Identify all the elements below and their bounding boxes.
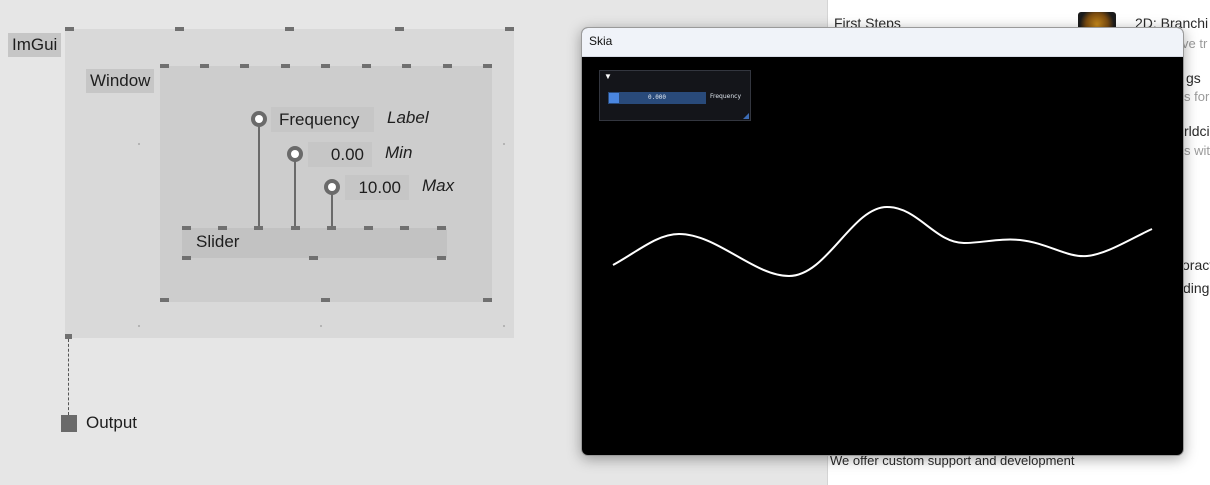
item2-sub: s for: [1184, 89, 1210, 104]
slider-value: 0.000: [647, 94, 667, 101]
slider-output-pin[interactable]: [437, 256, 446, 260]
label-pin-label: Label: [387, 108, 429, 127]
window-input-pin[interactable]: [402, 64, 411, 68]
imgui-input-pin[interactable]: [505, 27, 514, 31]
window-input-pin[interactable]: [321, 64, 330, 68]
item4-link[interactable]: oract: [1182, 257, 1210, 273]
window-input-pin[interactable]: [362, 64, 371, 68]
wave-curve: [612, 205, 1153, 278]
imgui-window[interactable]: ▼ 0.000 Frequency: [599, 70, 751, 121]
region-dot: [503, 325, 505, 327]
min-pin-label: Min: [385, 143, 413, 162]
window-input-pin[interactable]: [240, 64, 249, 68]
window-input-pin[interactable]: [443, 64, 452, 68]
region-dot: [138, 143, 140, 145]
imgui-node-title[interactable]: ImGui: [8, 33, 62, 57]
slider-input-pin[interactable]: [254, 226, 263, 230]
max-iobox-pin[interactable]: [324, 179, 340, 195]
min-iobox-pin[interactable]: [287, 146, 303, 162]
skia-window-title: Skia: [589, 34, 613, 48]
frequency-iobox-pin[interactable]: [251, 111, 267, 127]
window-input-pin[interactable]: [483, 64, 492, 68]
link-min[interactable]: [294, 159, 296, 228]
item5-link[interactable]: ding: [1183, 280, 1209, 296]
imgui-input-pin[interactable]: [65, 27, 74, 31]
output-pin[interactable]: [61, 415, 77, 432]
window-input-pin[interactable]: [200, 64, 209, 68]
region-dot: [503, 143, 505, 145]
item2-link[interactable]: gs: [1186, 70, 1201, 86]
slider-input-pin[interactable]: [437, 226, 446, 230]
imgui-input-pin[interactable]: [175, 27, 184, 31]
item3-sub: s wit: [1184, 143, 1210, 158]
region-dot: [138, 325, 140, 327]
frequency-slider[interactable]: 0.000: [608, 92, 706, 104]
max-iobox[interactable]: 10.00: [345, 175, 409, 200]
link-max[interactable]: [331, 192, 333, 228]
slider-node-label: Slider: [196, 232, 240, 251]
max-pin-label: Max: [422, 176, 455, 195]
region-dot: [320, 325, 322, 327]
slider-input-pin[interactable]: [364, 226, 373, 230]
slider-input-pin[interactable]: [400, 226, 409, 230]
resize-grip-icon[interactable]: [743, 113, 749, 119]
link-frequency-label[interactable]: [258, 124, 260, 228]
min-iobox[interactable]: 0.00: [308, 142, 372, 167]
slider-output-pin[interactable]: [182, 256, 191, 260]
window-input-pin[interactable]: [160, 64, 169, 68]
output-label: Output: [86, 413, 138, 432]
slider-input-pin[interactable]: [327, 226, 336, 230]
slider-input-pin[interactable]: [182, 226, 191, 230]
imgui-input-pin[interactable]: [395, 27, 404, 31]
window-node-title[interactable]: Window: [86, 69, 155, 93]
item3-link[interactable]: rldci: [1184, 123, 1210, 139]
window-input-pin[interactable]: [281, 64, 290, 68]
slider-label: Frequency: [710, 93, 741, 100]
window-output-pin[interactable]: [483, 298, 492, 302]
output-link[interactable]: [68, 339, 69, 415]
imgui-input-pin[interactable]: [285, 27, 294, 31]
window-output-pin[interactable]: [160, 298, 169, 302]
slider-input-pin[interactable]: [218, 226, 227, 230]
item1-sub: ve tr: [1182, 36, 1208, 51]
frequency-iobox[interactable]: Frequency: [271, 107, 374, 132]
skia-title-bar[interactable]: Skia: [582, 28, 1183, 57]
slider-input-pin[interactable]: [291, 226, 300, 230]
collapse-arrow-icon[interactable]: ▼: [604, 72, 612, 81]
slider-output-pin[interactable]: [309, 256, 318, 260]
window-output-pin[interactable]: [321, 298, 330, 302]
skia-window[interactable]: Skia ▼ 0.000 Frequency: [581, 27, 1184, 456]
